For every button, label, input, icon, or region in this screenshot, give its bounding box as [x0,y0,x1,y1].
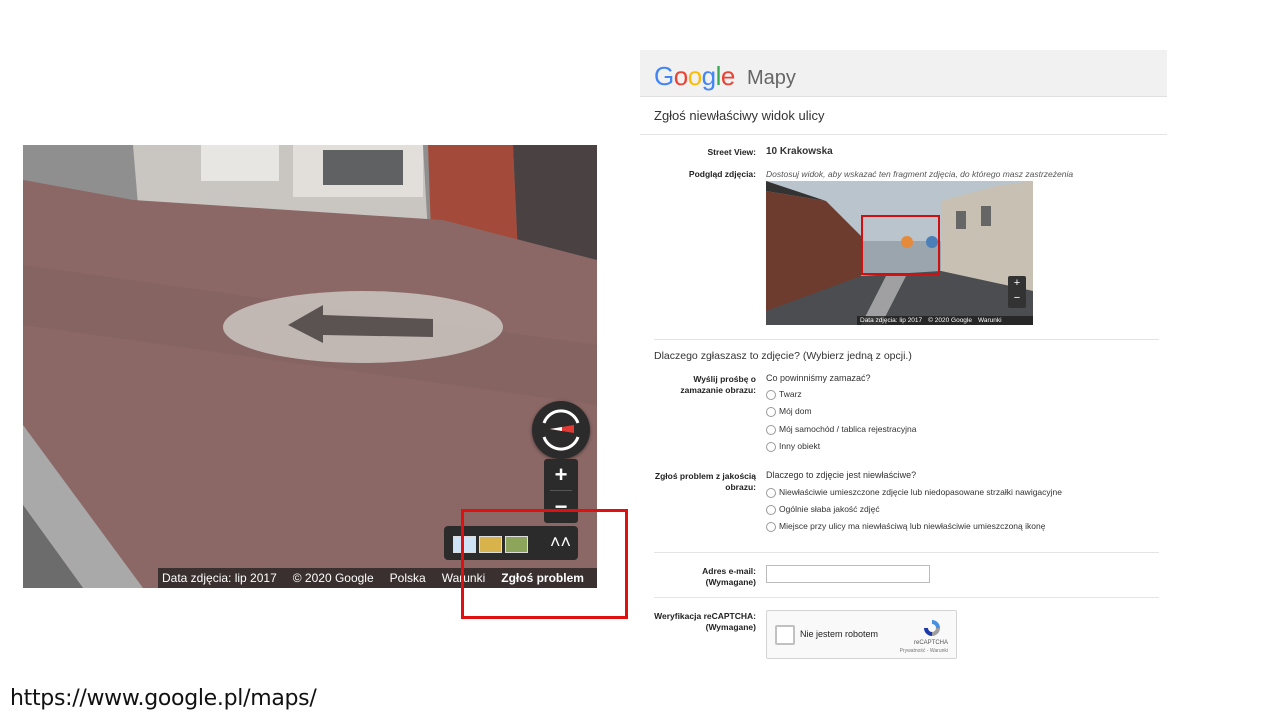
form-title: Zgłoś niewłaściwy widok ulicy [654,108,825,123]
preview-zoom-control[interactable]: + − [1008,276,1026,308]
blur-option-house[interactable]: Mój dom [766,406,812,417]
radio-button[interactable] [766,521,776,532]
recaptcha-checkbox[interactable] [775,625,795,645]
blur-option-face[interactable]: Twarz [766,389,802,400]
recaptcha-text: Nie jestem robotem [800,629,879,639]
page-url: https://www.google.pl/maps/ [10,686,317,711]
street-view-value: 10 Krakowska [766,146,833,157]
blur-label-line2: zamazanie obrazu: [680,385,756,395]
quality-option-poor[interactable]: Ogólnie słaba jakość zdjęć [766,504,880,515]
radio-button[interactable] [766,487,776,498]
quality-question: Dlaczego to zdjęcie jest niewłaściwe? [766,470,917,480]
product-name: Mapy [747,67,796,89]
country-link[interactable]: Polska [386,568,430,588]
email-label-line2: (Wymagane) [705,577,756,587]
radio-button[interactable] [766,424,776,435]
captcha-label-line2: (Wymagane) [705,622,756,632]
highlight-box [461,509,628,619]
radio-button[interactable] [766,389,776,400]
divider [654,339,1159,340]
report-form: Google Mapy Zgłoś niewłaściwy widok ulic… [640,50,1167,670]
preview-date: Data zdjęcia: lip 2017 [860,317,923,324]
divider [654,597,1159,598]
option-label: Ogólnie słaba jakość zdjęć [779,504,880,514]
divider [654,552,1159,553]
email-label: Adres e-mail: (Wymagane) [702,566,756,588]
email-label-line1: Adres e-mail: [702,566,756,576]
quality-option-icon[interactable]: Miejsce przy ulicy ma niewłaściwą lub ni… [766,521,1045,532]
option-label: Mój samochód / tablica rejestracyjna [779,424,917,434]
recaptcha-brand: reCAPTCHA [913,640,948,646]
blur-label: Wyślij prośbę o zamazanie obrazu: [680,374,756,396]
quality-label-line1: Zgłoś problem z jakością [654,471,756,481]
preview-selection-box [861,215,940,275]
reason-question: Dlaczego zgłaszasz to zdjęcie? (Wybierz … [654,350,912,362]
preview-terms-link[interactable]: Warunki [975,316,1005,325]
image-date: Data zdjęcia: lip 2017 [162,571,277,585]
google-logo: Google [654,61,735,91]
divider [640,134,1167,135]
form-header: Google Mapy [640,50,1167,97]
preview-copyright: © 2020 Google [928,317,972,324]
radio-button[interactable] [766,441,776,452]
quality-label-line2: obrazu: [725,482,756,492]
zoom-in-button[interactable]: + [544,459,578,490]
captcha-label-line1: Weryfikacja reCAPTCHA: [654,611,756,621]
radio-button[interactable] [766,504,776,515]
preview-label: Podgląd zdjęcia: [688,169,756,179]
copyright: © 2020 Google [292,571,374,585]
email-field[interactable] [766,565,930,583]
blur-question: Co powinniśmy zamazać? [766,373,871,383]
option-label: Mój dom [779,406,812,416]
recaptcha-links[interactable]: Prywatność - Warunki [900,648,948,654]
option-label: Twarz [779,389,802,399]
blur-option-car[interactable]: Mój samochód / tablica rejestracyjna [766,424,916,435]
recaptcha-widget: Nie jestem robotem reCAPTCHA Prywatność … [766,610,957,659]
radio-button[interactable] [766,406,776,417]
option-label: Niewłaściwie umieszczone zdjęcie lub nie… [779,487,1063,497]
blur-label-line1: Wyślij prośbę o [693,374,756,384]
quality-option-placement[interactable]: Niewłaściwie umieszczone zdjęcie lub nie… [766,487,1062,498]
blur-option-other[interactable]: Inny obiekt [766,441,820,452]
option-label: Inny obiekt [779,441,821,451]
preview-hint: Dostosuj widok, aby wskazać ten fragment… [766,169,1074,179]
captcha-label: Weryfikacja reCAPTCHA: (Wymagane) [654,611,756,633]
preview-image[interactable]: + − Data zdjęcia: lip 2017 © 2020 Google … [766,181,1033,325]
preview-footer: Data zdjęcia: lip 2017 © 2020 Google War… [857,316,1033,325]
recaptcha-icon [924,620,940,636]
street-view-label: Street View: [707,147,756,157]
option-label: Miejsce przy ulicy ma niewłaściwą lub ni… [779,521,1046,531]
compass-icon[interactable] [532,401,590,459]
quality-label: Zgłoś problem z jakością obrazu: [655,471,756,493]
